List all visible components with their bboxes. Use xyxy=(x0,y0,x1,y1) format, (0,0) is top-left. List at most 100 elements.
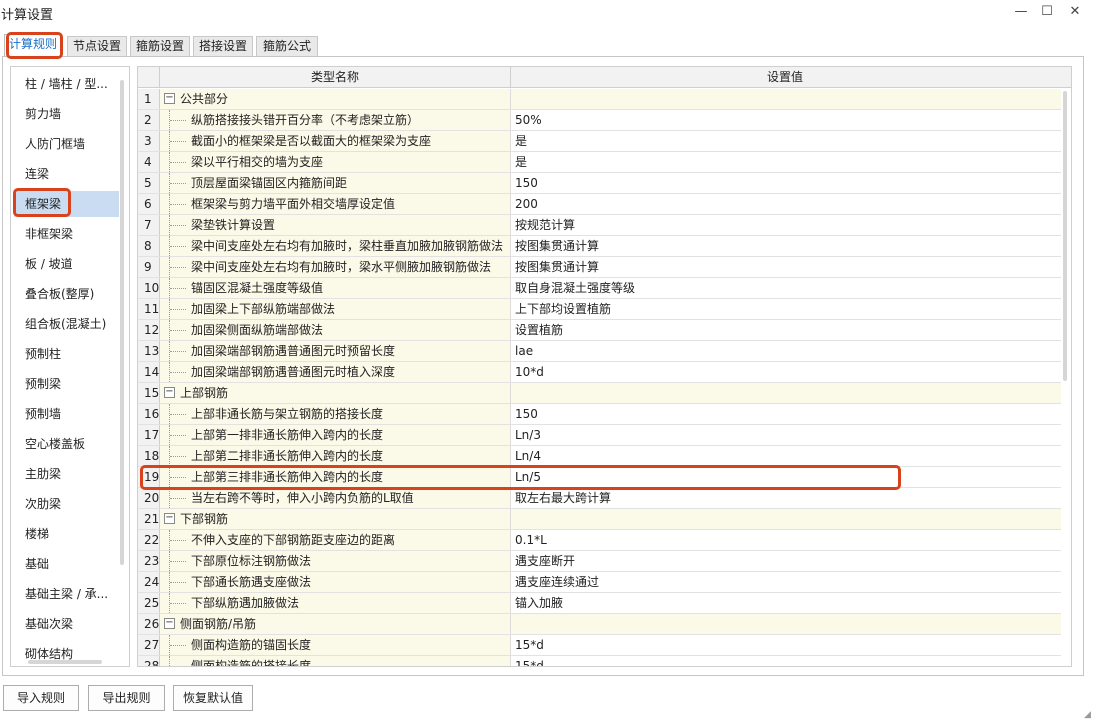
collapse-icon[interactable]: − xyxy=(164,387,175,398)
minimize-icon[interactable]: — xyxy=(1010,2,1032,22)
table-row[interactable]: 3 截面小的框架梁是否以截面大的框架梁为支座 是 xyxy=(138,131,1061,152)
setting-value-cell[interactable]: 按图集贯通计算 xyxy=(511,236,1061,256)
setting-value-cell[interactable]: 按规范计算 xyxy=(511,215,1061,235)
table-row[interactable]: 12 加固梁侧面纵筋端部做法 设置植筋 xyxy=(138,320,1061,341)
sidebar-item[interactable]: 板 / 坡道 xyxy=(14,251,119,277)
setting-value-cell[interactable]: 锚入加腋 xyxy=(511,593,1061,613)
table-row[interactable]: 16 上部非通长筋与架立钢筋的搭接长度 150 xyxy=(138,404,1061,425)
table-row[interactable]: 5 顶层屋面梁锚固区内箍筋间距 150 xyxy=(138,173,1061,194)
setting-value-cell[interactable]: 是 xyxy=(511,131,1061,151)
collapse-icon[interactable]: − xyxy=(164,618,175,629)
sidebar-item[interactable]: 叠合板(整厚) xyxy=(14,281,119,307)
sidebar-item[interactable]: 预制柱 xyxy=(14,341,119,367)
sidebar-item[interactable]: 组合板(混凝土) xyxy=(14,311,119,337)
category-row[interactable]: 1− 公共部分 xyxy=(138,89,1061,110)
type-name-cell: 加固梁侧面纵筋端部做法 xyxy=(160,320,511,340)
sidebar-horizontal-scrollbar[interactable] xyxy=(28,660,102,664)
sidebar-item[interactable]: 基础主梁 / 承... xyxy=(14,581,119,607)
table-row[interactable]: 20 当左右跨不等时，伸入小跨内负筋的L取值 取左右最大跨计算 xyxy=(138,488,1061,509)
tree-branch xyxy=(170,351,186,352)
close-icon[interactable]: ✕ xyxy=(1064,2,1086,22)
type-name-label: 梁中间支座处左右均有加腋时，梁柱垂直加腋加腋钢筋做法 xyxy=(191,239,504,253)
table-row[interactable]: 10 锚固区混凝土强度等级值 取自身混凝土强度等级 xyxy=(138,278,1061,299)
setting-value-cell[interactable]: 按图集贯通计算 xyxy=(511,257,1061,277)
type-name-label: 梁中间支座处左右均有加腋时，梁水平侧腋加腋钢筋做法 xyxy=(191,260,492,274)
setting-value-cell[interactable]: 50% xyxy=(511,110,1061,130)
setting-value-cell[interactable]: 15*d xyxy=(511,635,1061,655)
row-number: 17 xyxy=(138,425,160,445)
row-number: 14 xyxy=(138,362,160,382)
sidebar-item[interactable]: 预制梁 xyxy=(14,371,119,397)
setting-value-cell[interactable]: 是 xyxy=(511,152,1061,172)
sidebar-item[interactable]: 基础 xyxy=(14,551,119,577)
table-row[interactable]: 11 加固梁上下部纵筋端部做法 上下部均设置植筋 xyxy=(138,299,1061,320)
sidebar-item[interactable]: 柱 / 墙柱 / 型... xyxy=(14,71,119,97)
tab-stirrup-settings[interactable]: 箍筋设置 xyxy=(130,36,190,56)
table-row[interactable]: 23 下部原位标注钢筋做法 遇支座断开 xyxy=(138,551,1061,572)
setting-value-cell[interactable]: 150 xyxy=(511,173,1061,193)
collapse-icon[interactable]: − xyxy=(164,513,175,524)
sidebar-item[interactable]: 人防门框墙 xyxy=(14,131,119,157)
setting-value-cell[interactable]: 遇支座断开 xyxy=(511,551,1061,571)
tab-stirrup-formula[interactable]: 箍筋公式 xyxy=(256,36,318,56)
setting-value-cell[interactable]: 上下部均设置植筋 xyxy=(511,299,1061,319)
table-row[interactable]: 22 不伸入支座的下部钢筋距支座边的距离 0.1*L xyxy=(138,530,1061,551)
table-row[interactable]: 7 梁垫铁计算设置 按规范计算 xyxy=(138,215,1061,236)
collapse-icon[interactable]: − xyxy=(164,93,175,104)
setting-value-cell[interactable]: Ln/3 xyxy=(511,425,1061,445)
table-row[interactable]: 13 加固梁端部钢筋遇普通图元时预留长度 lae xyxy=(138,341,1061,362)
sidebar-item[interactable]: 次肋梁 xyxy=(14,491,119,517)
sidebar-vertical-scrollbar[interactable] xyxy=(120,80,124,565)
type-name-cell: 上部第一排非通长筋伸入跨内的长度 xyxy=(160,425,511,445)
sidebar-item[interactable]: 剪力墙 xyxy=(14,101,119,127)
grid-vertical-scrollbar[interactable] xyxy=(1063,91,1067,381)
setting-value-cell[interactable]: 200 xyxy=(511,194,1061,214)
table-row[interactable]: 18 上部第二排非通长筋伸入跨内的长度 Ln/4 xyxy=(138,446,1061,467)
setting-value-cell[interactable]: 15*d xyxy=(511,656,1061,666)
table-row[interactable]: 6 框架梁与剪力墙平面外相交墙厚设定值 200 xyxy=(138,194,1061,215)
sidebar-item[interactable]: 空心楼盖板 xyxy=(14,431,119,457)
column-header-value[interactable]: 设置值 xyxy=(511,67,1059,88)
table-row[interactable]: 28 侧面构造筋的搭接长度 15*d xyxy=(138,656,1061,666)
table-row[interactable]: 8 梁中间支座处左右均有加腋时，梁柱垂直加腋加腋钢筋做法 按图集贯通计算 xyxy=(138,236,1061,257)
column-header-type[interactable]: 类型名称 xyxy=(160,67,511,88)
setting-value-cell[interactable]: 设置植筋 xyxy=(511,320,1061,340)
window-title: 计算设置 xyxy=(1,8,54,23)
sidebar-item[interactable]: 楼梯 xyxy=(14,521,119,547)
setting-value-cell[interactable]: 150 xyxy=(511,404,1061,424)
setting-value-cell[interactable]: 遇支座连续通过 xyxy=(511,572,1061,592)
sidebar-item[interactable]: 主肋梁 xyxy=(14,461,119,487)
setting-value-cell xyxy=(511,614,1061,634)
tab-node-settings[interactable]: 节点设置 xyxy=(67,36,127,56)
category-row[interactable]: 15− 上部钢筋 xyxy=(138,383,1061,404)
category-row[interactable]: 21− 下部钢筋 xyxy=(138,509,1061,530)
table-row[interactable]: 24 下部通长筋遇支座做法 遇支座连续通过 xyxy=(138,572,1061,593)
table-row[interactable]: 2 纵筋搭接接头错开百分率（不考虑架立筋） 50% xyxy=(138,110,1061,131)
setting-value-cell[interactable]: 取左右最大跨计算 xyxy=(511,488,1061,508)
setting-value-cell[interactable]: 0.1*L xyxy=(511,530,1061,550)
table-row[interactable]: 17 上部第一排非通长筋伸入跨内的长度 Ln/3 xyxy=(138,425,1061,446)
tab-lap-settings[interactable]: 搭接设置 xyxy=(193,36,253,56)
sidebar-item[interactable]: 连梁 xyxy=(14,161,119,187)
row-number: 6 xyxy=(138,194,160,214)
sidebar-item[interactable]: 非框架梁 xyxy=(14,221,119,247)
sidebar-item[interactable]: 基础次梁 xyxy=(14,611,119,637)
table-row[interactable]: 14 加固梁端部钢筋遇普通图元时植入深度 10*d xyxy=(138,362,1061,383)
resize-grip-icon[interactable]: ◢ xyxy=(1084,710,1094,720)
maximize-icon[interactable]: ☐ xyxy=(1036,2,1058,22)
export-rules-button[interactable]: 导出规则 xyxy=(88,685,165,711)
table-row[interactable]: 25 下部纵筋遇加腋做法 锚入加腋 xyxy=(138,593,1061,614)
setting-value-cell[interactable]: 取自身混凝土强度等级 xyxy=(511,278,1061,298)
sidebar-item[interactable]: 预制墙 xyxy=(14,401,119,427)
setting-value-cell[interactable]: lae xyxy=(511,341,1061,361)
table-row[interactable]: 27 侧面构造筋的锚固长度 15*d xyxy=(138,635,1061,656)
setting-value-cell[interactable]: 10*d xyxy=(511,362,1061,382)
restore-defaults-button[interactable]: 恢复默认值 xyxy=(173,685,253,711)
table-row[interactable]: 9 梁中间支座处左右均有加腋时，梁水平侧腋加腋钢筋做法 按图集贯通计算 xyxy=(138,257,1061,278)
setting-value-cell[interactable]: Ln/4 xyxy=(511,446,1061,466)
table-row[interactable]: 4 梁以平行相交的墙为支座 是 xyxy=(138,152,1061,173)
type-name-cell: 侧面构造筋的锚固长度 xyxy=(160,635,511,655)
import-rules-button[interactable]: 导入规则 xyxy=(3,685,79,711)
category-row[interactable]: 26− 侧面钢筋/吊筋 xyxy=(138,614,1061,635)
type-name-label: 加固梁端部钢筋遇普通图元时植入深度 xyxy=(191,365,396,379)
